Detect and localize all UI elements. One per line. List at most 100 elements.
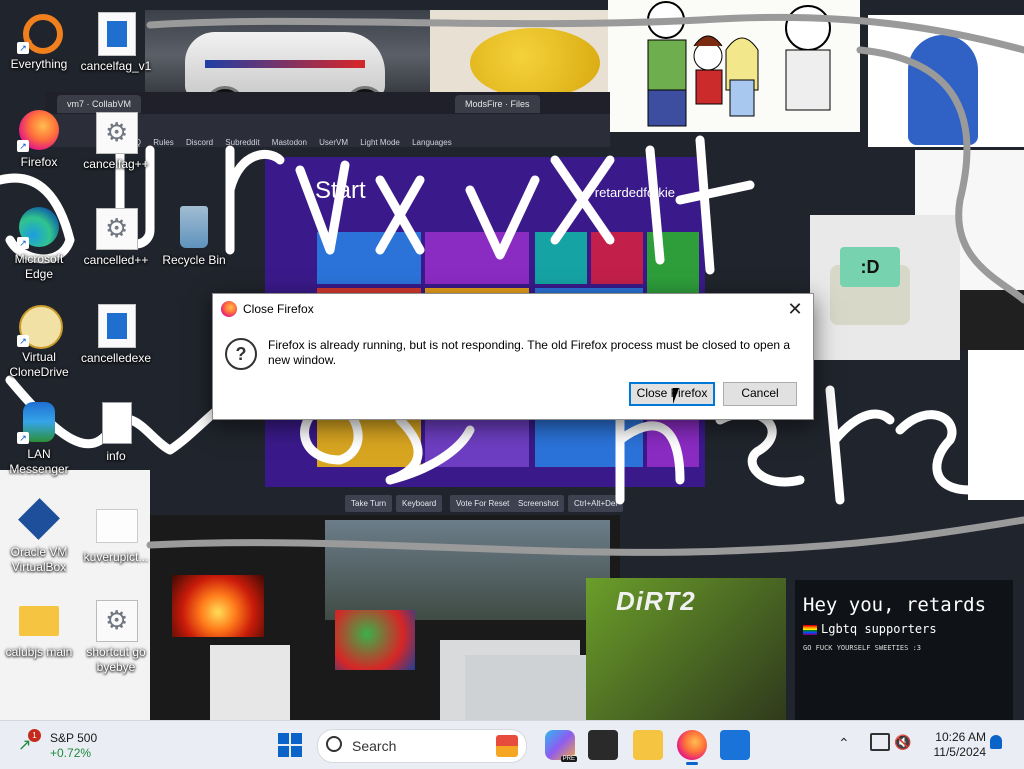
dialog-message: Firefox is already running, but is not r… [268, 338, 791, 367]
clock-date: 11/5/2024 [933, 745, 987, 759]
chat-screenshot: Hey you, retards Lgbtq supporters GO FUC… [795, 580, 1013, 720]
nav-link: Subreddit [225, 138, 260, 147]
notification-bell-icon[interactable] [990, 735, 1002, 749]
dialog-titlebar[interactable]: Close Firefox ✕ [213, 294, 813, 324]
car-listing-image [465, 655, 590, 720]
vm-button: Vote For Reset [450, 495, 516, 512]
icon-label: Oracle VM VirtualBox [10, 545, 68, 574]
robot-toy-image: :D [810, 215, 960, 360]
people-icon: ↗ [17, 400, 61, 444]
desktop-icon-info[interactable]: info [80, 402, 152, 464]
nested-tab: ModsFire · Files [455, 95, 540, 113]
start-button[interactable] [278, 733, 302, 757]
desktop-icon-kuverupict[interactable]: kuverupict... [80, 503, 152, 565]
firefox-taskbar-icon[interactable] [677, 730, 707, 765]
copilot-taskbar-icon[interactable]: PRE [545, 730, 577, 762]
clock[interactable]: 10:26 AM 11/5/2024 [922, 730, 987, 760]
pride-flag-icon [803, 624, 817, 635]
tile-mail [317, 232, 421, 284]
desktop-icon-lan-messenger[interactable]: ↗ LAN Messenger [3, 400, 75, 477]
taskbar: ↗ 1 S&P 500 +0.72% Search PRE ⌃ 🔇 10:26 … [0, 720, 1024, 769]
taskbar-search-box[interactable]: Search [317, 729, 527, 763]
yellow-blob-image [430, 10, 608, 92]
stock-widget[interactable]: ↗ 1 S&P 500 +0.72% [14, 729, 134, 761]
nav-link: Mastodon [271, 138, 307, 147]
icon-label: Recycle Bin [162, 253, 226, 267]
stock-name: S&P 500 [50, 731, 98, 745]
chat-title: Hey you, retards [803, 594, 987, 616]
icon-label: kuverupict... [83, 550, 149, 564]
store-taskbar-icon[interactable] [720, 730, 750, 760]
desktop-icon-edge[interactable]: ↗ Microsoft Edge [3, 205, 75, 282]
cartoon-family-image [608, 0, 860, 132]
firefox-icon [221, 301, 237, 317]
terminal-taskbar-icon[interactable] [588, 730, 618, 760]
cancel-button[interactable]: Cancel [723, 382, 797, 406]
icon-label: calubjs main [5, 645, 73, 659]
notification-badge: 1 [28, 729, 41, 742]
windows-logo-icon [278, 733, 289, 744]
question-icon: ? [225, 338, 257, 370]
nav-link: Light Mode [360, 138, 400, 147]
chat-tagline: GO FUCK YOURSELF SWEETIES :3 [803, 644, 922, 652]
search-highlight-icon [496, 735, 518, 757]
win8-start-title: Start [315, 177, 366, 204]
icon-label: Everything [10, 57, 68, 71]
network-icon[interactable] [870, 733, 890, 751]
file-explorer-taskbar-icon[interactable] [633, 730, 663, 760]
desktop-icon-firefox[interactable]: ↗ Firefox [3, 108, 75, 170]
blue-cat-image [868, 15, 1024, 147]
explosion-image [172, 575, 264, 637]
gear-icon [94, 206, 138, 250]
gear-icon [94, 110, 138, 154]
text-file-icon [94, 402, 138, 446]
desktop-icon-cancelledexe[interactable]: cancelledexe [80, 304, 152, 366]
win8-user-name: retardedforkie [594, 185, 675, 200]
desktop-icon-shortcut-go-byebye[interactable]: shortcut go byebye [80, 598, 152, 675]
desktop-icon-cancelfag-v1[interactable]: cancelfag_v1 [80, 12, 152, 74]
nav-link: UserVM [319, 138, 349, 147]
cartoon-drawing [647, 1, 831, 127]
robot-face: :D [840, 247, 900, 287]
icon-label: cancelfag++ [83, 157, 149, 171]
windows-logo-icon [291, 746, 302, 757]
car-stripe [205, 60, 365, 68]
dialog-close-button[interactable]: ✕ [777, 294, 813, 324]
desktop-icon-cancelfag-plus[interactable]: cancelfag++ [80, 110, 152, 172]
clock-time: 10:26 AM [935, 730, 986, 744]
icon-label: info [106, 449, 126, 463]
tile-app [535, 232, 587, 284]
windows-logo-icon [291, 733, 302, 744]
nav-link: Rules [153, 138, 174, 147]
icon-label: cancelfag_v1 [80, 59, 152, 73]
image-file-icon [94, 503, 138, 547]
show-hidden-icons-chevron-icon[interactable]: ⌃ [838, 735, 850, 752]
icon-label: Microsoft Edge [14, 252, 64, 281]
desktop-icon-cancelled-plus[interactable]: cancelled++ [80, 206, 152, 268]
nav-link: Discord [185, 138, 214, 147]
sheep-icon: ↗ [17, 303, 63, 349]
phone-image [210, 645, 290, 720]
icon-label: Virtual CloneDrive [9, 350, 69, 379]
icon-label: shortcut go byebye [86, 645, 146, 674]
recycle-bin-icon [172, 206, 216, 250]
icon-label: cancelled++ [83, 253, 149, 267]
desktop-icon-virtual-clonedrive[interactable]: ↗ Virtual CloneDrive [3, 303, 75, 380]
desktop-icon-everything[interactable]: ↗ Everything [3, 10, 75, 72]
tile-app [591, 232, 643, 284]
vm-button: Ctrl+Alt+Del [568, 495, 624, 512]
desktop-icon-virtualbox[interactable]: Oracle VM VirtualBox [3, 498, 75, 575]
notepad-icon [94, 304, 138, 348]
dialog-title: Close Firefox [243, 302, 314, 316]
stock-change: +0.72% [50, 746, 92, 760]
desktop-icon-calubjs-main[interactable]: calubjs main [3, 598, 75, 660]
close-firefox-button[interactable]: Close Firefox [629, 382, 715, 406]
windows-logo-icon [278, 746, 289, 757]
search-placeholder: Search [352, 738, 397, 754]
dirt2-cover-image: DiRT2 [586, 578, 786, 720]
white-sketch-image [968, 350, 1024, 500]
volume-muted-icon[interactable]: 🔇 [894, 734, 911, 751]
icon-label: cancelledexe [80, 351, 152, 365]
desktop-icon-recycle-bin[interactable]: Recycle Bin [158, 206, 230, 268]
icon-label: LAN Messenger [9, 447, 69, 476]
